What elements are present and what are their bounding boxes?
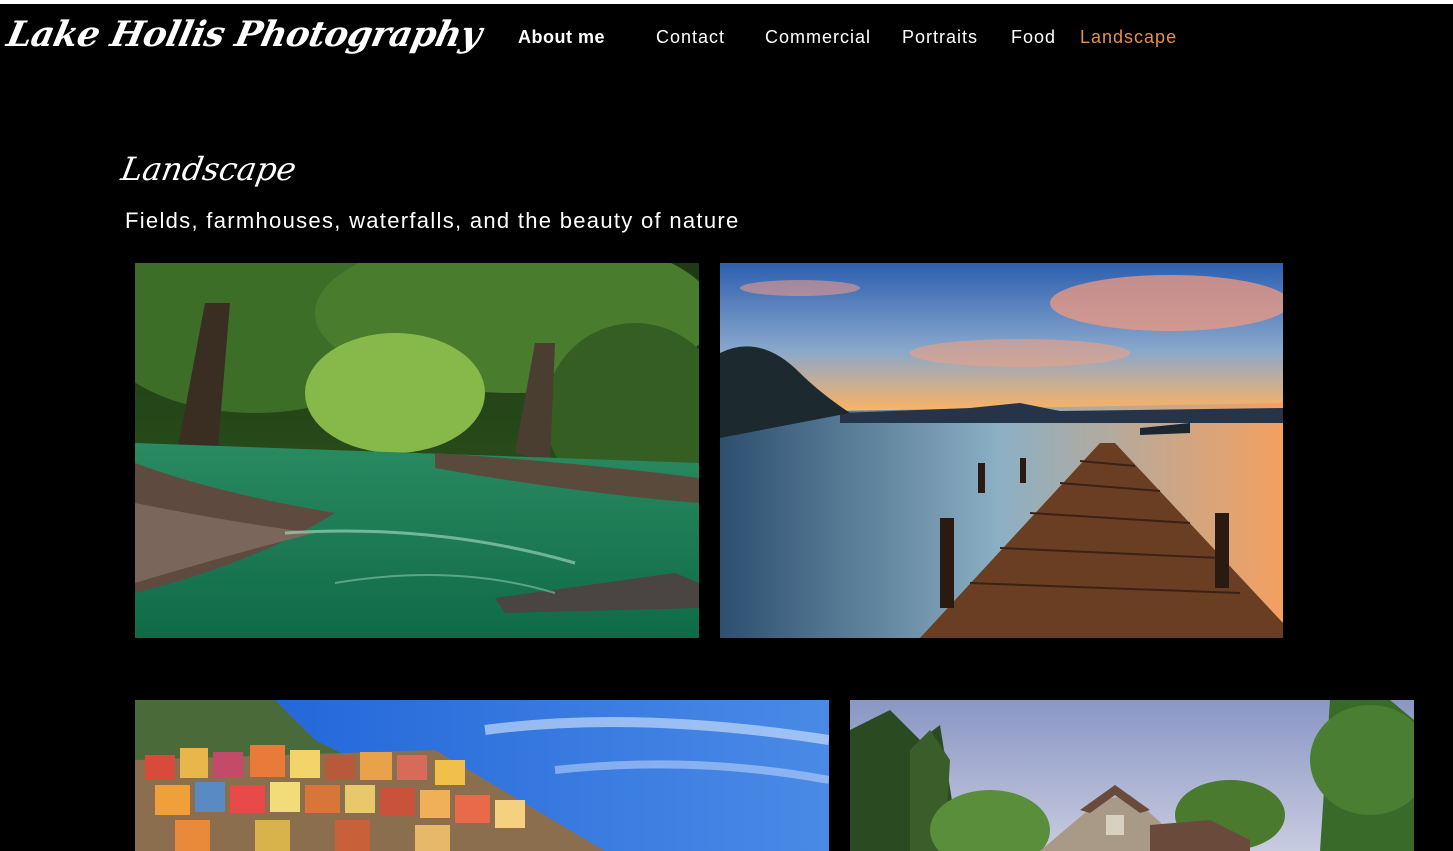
nav-food[interactable]: Food	[1011, 27, 1056, 48]
nav-about-me[interactable]: About me	[518, 27, 605, 48]
gallery-photo-pier-sunset[interactable]	[720, 263, 1283, 638]
gallery-photo-stone-house[interactable]	[850, 700, 1414, 851]
gallery-photo-coastal-village[interactable]	[135, 700, 829, 851]
site-logo[interactable]: Lake Hollis Photography	[3, 14, 485, 55]
page-subtitle: Fields, farmhouses, waterfalls, and the …	[125, 208, 740, 233]
nav-contact[interactable]: Contact	[656, 27, 725, 48]
gallery-photo-forest-river[interactable]	[135, 263, 699, 638]
nav-portraits[interactable]: Portraits	[902, 27, 978, 48]
top-border	[0, 0, 1453, 4]
page-title: Landscape	[118, 150, 300, 188]
nav-landscape[interactable]: Landscape	[1080, 27, 1177, 48]
nav-commercial[interactable]: Commercial	[765, 27, 871, 48]
